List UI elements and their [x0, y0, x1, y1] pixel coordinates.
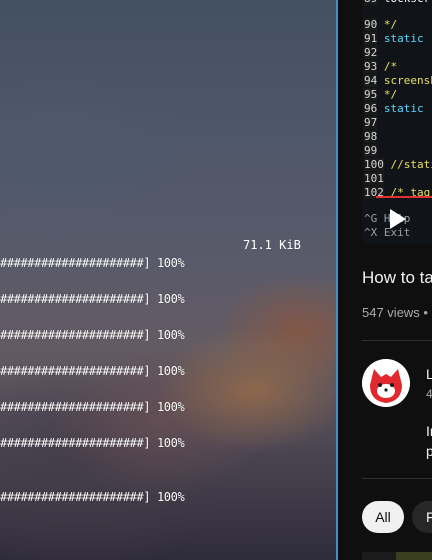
- cursor-line: [376, 196, 432, 198]
- progress-line: #####################] 100%: [0, 400, 185, 414]
- youtube-panel: 89 lockscr 90 */ 91 static 92 93 /* 94 s…: [338, 0, 432, 560]
- related-video-thumbnail[interactable]: [396, 552, 432, 560]
- channel-name[interactable]: L: [426, 366, 432, 382]
- video-meta: 547 views •: [362, 305, 428, 320]
- code-line: 91 static: [364, 32, 424, 45]
- chip-filter[interactable]: F: [412, 501, 432, 533]
- chip-all[interactable]: All: [362, 501, 404, 533]
- video-player[interactable]: 89 lockscr 90 */ 91 static 92 93 /* 94 s…: [362, 0, 432, 244]
- code-line: 101: [364, 172, 384, 185]
- code-line: 89 lockscr: [364, 0, 430, 5]
- progress-line: #####################] 100%: [0, 364, 185, 378]
- progress-line: #####################] 100%: [0, 436, 185, 450]
- code-line: 90 */: [364, 18, 398, 31]
- code-line: 99: [364, 144, 378, 157]
- code-line: 94 screensh: [364, 74, 432, 87]
- description-text[interactable]: p: [426, 443, 432, 459]
- download-size: 71.1 KiB: [243, 238, 301, 252]
- channel-subscribers: 4: [426, 387, 432, 401]
- code-line: 93 /*: [364, 60, 398, 73]
- progress-line: #####################] 100%: [0, 256, 185, 270]
- progress-line: #####################] 100%: [0, 328, 185, 342]
- code-line: 97: [364, 116, 378, 129]
- divider-line: [362, 340, 432, 341]
- fox-mascot-icon: [362, 359, 410, 407]
- window-divider[interactable]: [336, 0, 338, 560]
- play-icon[interactable]: [390, 209, 406, 229]
- progress-line: #####################] 100%: [0, 490, 185, 504]
- terminal-window[interactable]: 71.1 KiB #####################] 100% ###…: [0, 0, 337, 560]
- video-title[interactable]: How to ta: [362, 268, 432, 288]
- code-line: 100 //stati: [364, 158, 432, 171]
- progress-line: #####################] 100%: [0, 292, 185, 306]
- code-line: 96 static: [364, 102, 424, 115]
- code-line: 95 */: [364, 88, 398, 101]
- code-line: 92: [364, 46, 378, 59]
- channel-avatar[interactable]: [362, 359, 410, 407]
- code-line: 98: [364, 130, 378, 143]
- description-text[interactable]: In: [426, 423, 432, 439]
- divider-line: [362, 478, 432, 479]
